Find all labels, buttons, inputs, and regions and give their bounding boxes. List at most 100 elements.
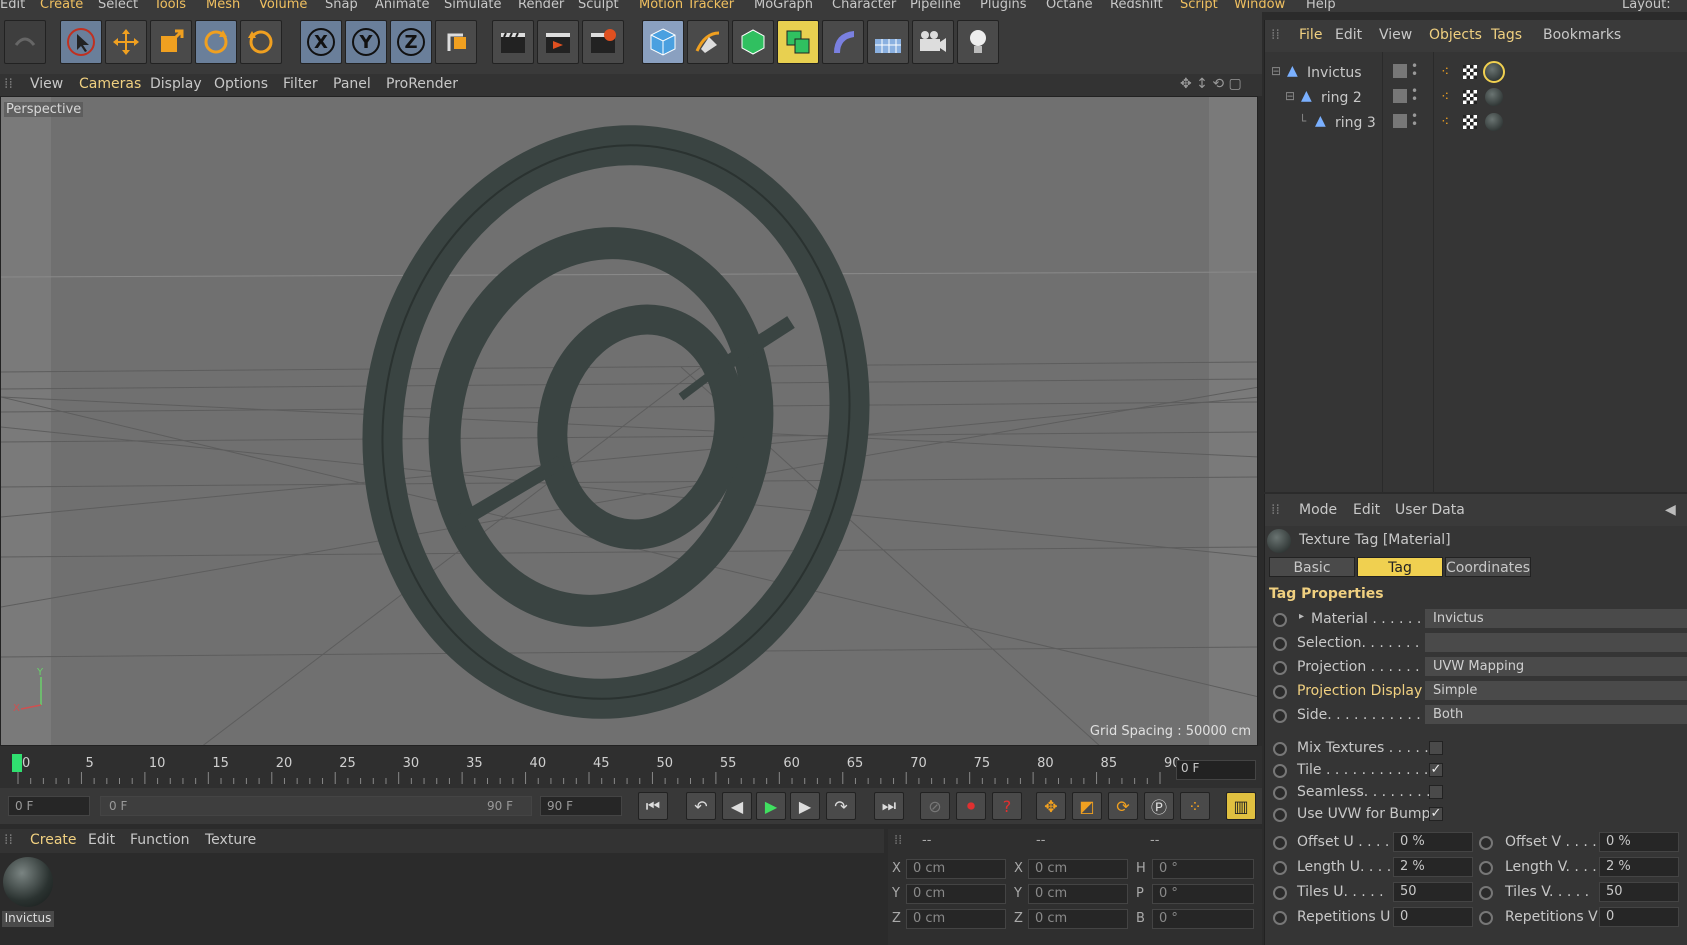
menu-mograph[interactable]: MoGraph [754, 0, 813, 12]
tree-expand-icon[interactable]: └ [1299, 114, 1306, 128]
menu-edit[interactable]: Edit [0, 0, 25, 12]
menu-select[interactable]: Select [98, 0, 138, 12]
tree-expand-icon[interactable]: ⊟ [1271, 64, 1281, 78]
key-point-level-icon[interactable]: ⁘ [1180, 792, 1210, 820]
tab-tag[interactable]: Tag [1357, 557, 1443, 577]
numeric-field[interactable]: 0 % [1599, 832, 1679, 852]
light-button[interactable] [957, 20, 999, 64]
tab-coordinates[interactable]: Coordinates [1445, 557, 1531, 577]
rotation-field[interactable]: 0 ° [1152, 909, 1254, 929]
floor-button[interactable] [867, 20, 909, 64]
play-icon[interactable]: ▶ [756, 792, 786, 820]
animate-radio-icon[interactable] [1479, 911, 1493, 925]
viewport-nav-icons[interactable]: ✥ ↕ ⟲ ▢ [1180, 76, 1242, 92]
visibility-dots-icon[interactable]: • • [1411, 110, 1418, 130]
menu-octane[interactable]: Octane [1046, 0, 1093, 12]
position-field[interactable]: 0 cm [906, 884, 1006, 904]
uvw-tag-icon[interactable] [1463, 115, 1477, 129]
tree-expand-icon[interactable]: ⊟ [1285, 89, 1295, 103]
menu-snap[interactable]: Snap [325, 0, 358, 12]
render-to-picture-viewer-button[interactable] [537, 20, 579, 64]
menu-simulate[interactable]: Simulate [444, 0, 501, 12]
move-tool-button[interactable] [105, 20, 147, 64]
object-menu-view[interactable]: View [1379, 27, 1412, 43]
material-menu-create[interactable]: Create [30, 832, 77, 848]
menu-volume[interactable]: Volume [259, 0, 307, 12]
cube-primitive-button[interactable] [642, 20, 684, 64]
object-name[interactable]: Invictus [1307, 65, 1362, 81]
next-frame-icon[interactable]: ▶ [790, 792, 820, 820]
numeric-field[interactable]: 0 % [1393, 832, 1473, 852]
rotation-field[interactable]: 0 ° [1152, 859, 1254, 879]
camera-label[interactable]: Perspective [4, 102, 84, 117]
object-name[interactable]: ring 2 [1321, 90, 1362, 106]
viewport-menu-filter[interactable]: Filter [283, 76, 318, 92]
material-menu-function[interactable]: Function [130, 832, 190, 848]
numeric-field[interactable]: 0 [1599, 907, 1679, 927]
back-arrow-icon[interactable]: ◀ [1665, 502, 1676, 518]
menu-tools[interactable]: Tools [154, 0, 186, 12]
menu-character[interactable]: Character [832, 0, 896, 12]
numeric-field[interactable]: 50 [1599, 882, 1679, 902]
record-keys-icon[interactable]: ⊘ [920, 792, 950, 820]
animate-radio-icon[interactable] [1273, 637, 1287, 651]
animate-radio-icon[interactable] [1273, 709, 1287, 723]
layer-toggle-icon[interactable] [1393, 64, 1407, 78]
rotation-field[interactable]: 0 ° [1152, 884, 1254, 904]
animate-radio-icon[interactable] [1273, 808, 1287, 822]
array-button[interactable] [777, 20, 819, 64]
phong-tag-icon[interactable]: ⁖ [1441, 114, 1449, 130]
viewport-menu-prorender[interactable]: ProRender [386, 76, 458, 92]
autokey-icon[interactable]: ⏺ [956, 792, 986, 820]
viewport-menu-options[interactable]: Options [214, 76, 268, 92]
animate-radio-icon[interactable] [1273, 886, 1287, 900]
animate-radio-icon[interactable] [1273, 911, 1287, 925]
timeline-window-icon[interactable]: ▥ [1226, 792, 1256, 820]
animate-radio-icon[interactable] [1273, 786, 1287, 800]
subdivision-surface-button[interactable] [732, 20, 774, 64]
menu-plugins[interactable]: Plugins [980, 0, 1027, 12]
uvw-tag-icon[interactable] [1463, 90, 1477, 104]
animate-radio-icon[interactable] [1273, 613, 1287, 627]
timeline-ruler[interactable]: 0 5 10 15 20 25 30 35 40 45 50 55 60 65 70 75 80 85 90 0 F [0, 746, 1262, 788]
menu-help[interactable]: Help [1306, 0, 1336, 12]
animate-radio-icon[interactable] [1273, 685, 1287, 699]
numeric-field[interactable]: 50 [1393, 882, 1473, 902]
object-row[interactable]: ⊟ ▲ ring 2 • • ⁖ [1265, 85, 1687, 111]
recent-tool-button[interactable] [240, 20, 282, 64]
phong-tag-icon[interactable]: ⁖ [1441, 89, 1449, 105]
perspective-viewport[interactable]: Y X Perspective Grid Spacing : 50000 cm [0, 96, 1258, 746]
checkbox[interactable] [1429, 741, 1443, 755]
object-row[interactable]: ⊟ ▲ Invictus • • ⁖ [1265, 60, 1687, 86]
x-axis-lock-button[interactable]: X [300, 20, 342, 64]
checkbox[interactable]: ✓ [1429, 763, 1443, 777]
object-name[interactable]: ring 3 [1335, 115, 1376, 131]
visibility-dots-icon[interactable]: • • [1411, 60, 1418, 80]
attribute-menu-edit[interactable]: Edit [1353, 502, 1380, 518]
size-field[interactable]: 0 cm [1028, 909, 1128, 929]
key-position-icon[interactable]: ✥ [1036, 792, 1066, 820]
key-parameter-icon[interactable]: Ⓟ [1144, 792, 1174, 820]
z-axis-lock-button[interactable]: Z [390, 20, 432, 64]
previous-frame-icon[interactable]: ◀ [722, 792, 752, 820]
checkbox[interactable] [1429, 785, 1443, 799]
animate-radio-icon[interactable] [1273, 661, 1287, 675]
object-row[interactable]: └ ▲ ring 3 • • ⁖ [1265, 110, 1687, 136]
property-value[interactable]: Simple [1425, 681, 1687, 700]
object-menu-tags[interactable]: Tags [1491, 27, 1522, 43]
playhead[interactable] [12, 754, 22, 772]
animate-radio-icon[interactable] [1273, 742, 1287, 756]
current-frame-field[interactable]: 0 F [1176, 760, 1256, 780]
keyframe-selection-icon[interactable]: ? [992, 792, 1022, 820]
menu-create[interactable]: Create [40, 0, 83, 12]
object-menu-objects[interactable]: Objects [1429, 27, 1482, 43]
property-value[interactable]: Invictus [1425, 609, 1687, 628]
material-swatch[interactable]: Invictus [2, 857, 54, 927]
texture-tag-icon[interactable] [1483, 61, 1505, 83]
select-tool-button[interactable] [60, 20, 102, 64]
numeric-field[interactable]: 2 % [1393, 857, 1473, 877]
object-menu-edit[interactable]: Edit [1335, 27, 1362, 43]
layer-toggle-icon[interactable] [1393, 114, 1407, 128]
position-field[interactable]: 0 cm [906, 859, 1006, 879]
menu-animate[interactable]: Animate [375, 0, 429, 12]
